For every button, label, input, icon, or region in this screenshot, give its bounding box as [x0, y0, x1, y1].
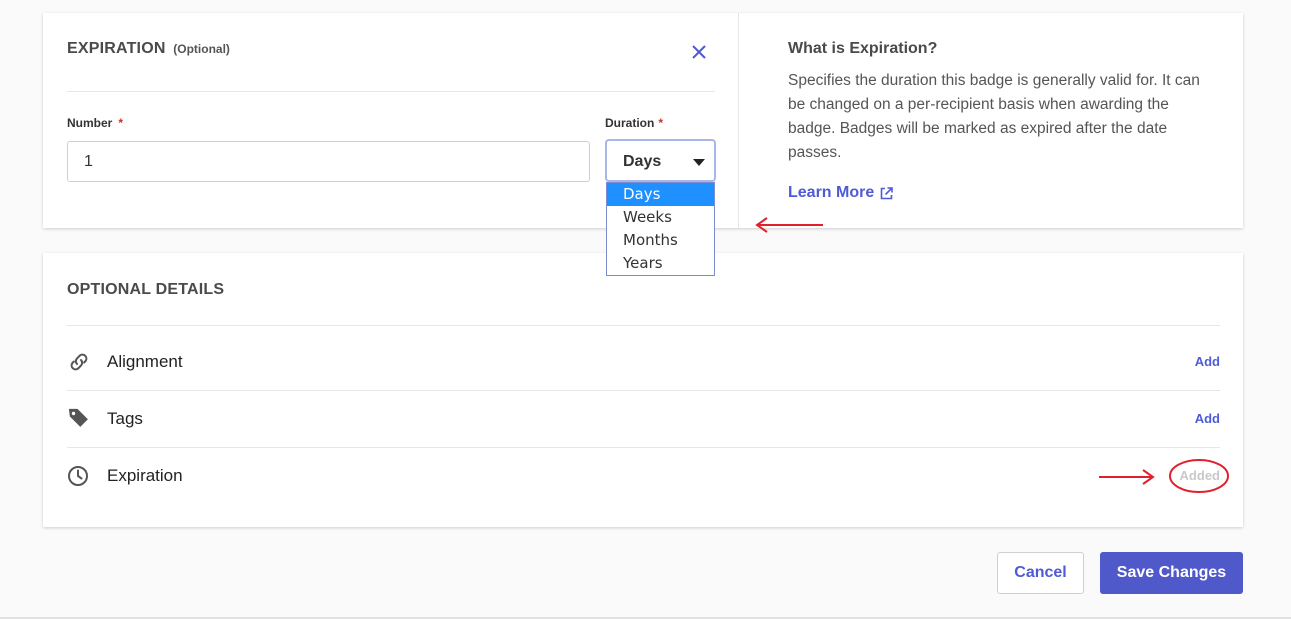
row-label: Expiration [107, 466, 183, 485]
number-input[interactable] [67, 141, 590, 182]
optional-label: (Optional) [173, 42, 230, 56]
annotation-circle-icon [1169, 459, 1229, 493]
save-changes-button[interactable]: Save Changes [1100, 552, 1243, 594]
learn-more-label: Learn More [788, 184, 875, 201]
duration-selected-value: Days [623, 153, 662, 170]
row-label: Alignment [107, 352, 183, 371]
add-tags-button[interactable]: Add [1195, 411, 1220, 426]
number-label-text: Number [67, 116, 113, 130]
info-title: What is Expiration? [788, 40, 938, 57]
option-weeks[interactable]: Weeks [607, 206, 714, 229]
required-mark: * [118, 116, 124, 130]
row-divider [67, 325, 1220, 326]
number-field-label: Number * [67, 116, 123, 130]
detail-row-expiration: Expiration Added [67, 447, 1220, 503]
expiration-info-panel: What is Expiration? Specifies the durati… [740, 13, 1243, 228]
info-description: Specifies the duration this badge is gen… [788, 72, 1200, 161]
section-divider [67, 91, 715, 92]
detail-row-tags: Tags Add [67, 390, 1220, 446]
optional-details-title: OPTIONAL DETAILS [67, 281, 225, 298]
link-icon [70, 353, 88, 371]
cancel-button[interactable]: Cancel [997, 552, 1084, 594]
external-link-icon [880, 186, 894, 199]
caret-down-icon [693, 159, 705, 166]
tag-icon [68, 408, 88, 427]
expiration-section-title: EXPIRATION (Optional) [67, 40, 230, 58]
option-years[interactable]: Years [607, 252, 714, 275]
duration-options-list: Days Weeks Months Years [606, 182, 715, 276]
duration-field-label: Duration * [605, 116, 663, 130]
learn-more-link[interactable]: Learn More [788, 184, 894, 202]
duration-select[interactable]: Days [605, 139, 716, 182]
required-mark: * [658, 116, 664, 130]
expiration-title-text: EXPIRATION [67, 40, 166, 57]
close-icon[interactable] [690, 43, 708, 61]
option-days[interactable]: Days [607, 183, 714, 206]
annotation-arrow-right-icon [1099, 469, 1155, 485]
duration-label-text: Duration [605, 116, 655, 130]
optional-details-card: OPTIONAL DETAILS Alignment Add Tags Add … [43, 253, 1243, 527]
add-alignment-button[interactable]: Add [1195, 354, 1220, 369]
clock-icon [68, 466, 88, 486]
annotation-arrow-left-icon [755, 217, 823, 233]
option-months[interactable]: Months [607, 229, 714, 252]
row-label: Tags [107, 409, 143, 428]
detail-row-alignment: Alignment Add [67, 333, 1220, 389]
